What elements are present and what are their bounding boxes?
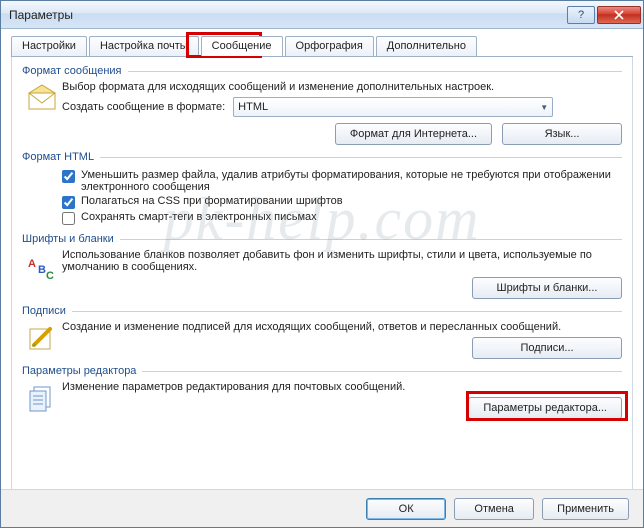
group-signatures: Подписи Создание и изменение подписей дл… xyxy=(22,305,622,359)
close-icon xyxy=(614,10,624,20)
compose-format-label: Создать сообщение в формате: xyxy=(62,101,225,113)
help-button[interactable]: ? xyxy=(567,6,595,24)
sign-desc: Создание и изменение подписей для исходя… xyxy=(62,321,622,333)
ok-button[interactable]: ОК xyxy=(366,498,446,520)
chk-rely-css[interactable]: Полагаться на CSS при форматировании шри… xyxy=(62,195,622,209)
tab-mail-setup[interactable]: Настройка почты xyxy=(89,36,199,56)
title-bar: Параметры ? xyxy=(1,1,643,29)
signatures-button[interactable]: Подписи... xyxy=(472,337,622,359)
svg-text:C: C xyxy=(46,270,54,282)
envelope-icon xyxy=(22,81,62,145)
editor-icon xyxy=(22,381,62,419)
group-fonts: Шрифты и бланки ABC Использование бланко… xyxy=(22,233,622,299)
tab-strip: Настройки Настройка почты Сообщение Орфо… xyxy=(11,36,633,57)
tab-advanced[interactable]: Дополнительно xyxy=(376,36,477,56)
window-title: Параметры xyxy=(9,8,565,22)
dialog-window: Параметры ? Настройки Настройка почты Со… xyxy=(0,0,644,528)
chk-reduce-size[interactable]: Уменьшить размер файла, удалив атрибуты … xyxy=(62,169,622,193)
checkbox[interactable] xyxy=(62,196,75,209)
group-editor: Параметры редактора Изменение параметров… xyxy=(22,365,622,419)
fonts-desc: Использование бланков позволяет добавить… xyxy=(62,249,622,273)
group-html-format: Формат HTML Уменьшить размер файла, удал… xyxy=(22,151,622,227)
tab-settings[interactable]: Настройки xyxy=(11,36,87,56)
group-title: Подписи xyxy=(22,305,72,317)
editor-options-button[interactable]: Параметры редактора... xyxy=(468,397,622,419)
tab-panel: Формат сообщения Выбор формата для исход… xyxy=(11,56,633,489)
tab-spelling[interactable]: Орфография xyxy=(285,36,374,56)
signature-icon xyxy=(22,321,62,359)
select-value: HTML xyxy=(238,101,268,113)
content-area: Настройки Настройка почты Сообщение Орфо… xyxy=(1,29,643,489)
chk-smart-tags[interactable]: Сохранять смарт-теги в электронных письм… xyxy=(62,211,622,225)
tab-message[interactable]: Сообщение xyxy=(201,36,283,56)
divider xyxy=(128,71,622,72)
close-button[interactable] xyxy=(597,6,641,24)
group-title: Формат сообщения xyxy=(22,65,128,77)
chevron-down-icon: ▼ xyxy=(540,103,548,112)
group-title: Шрифты и бланки xyxy=(22,233,120,245)
checkbox[interactable] xyxy=(62,170,75,183)
format-desc: Выбор формата для исходящих сообщений и … xyxy=(62,81,622,93)
spacer xyxy=(22,167,62,227)
help-icon: ? xyxy=(578,9,584,21)
language-button[interactable]: Язык... xyxy=(502,123,622,145)
internet-format-button[interactable]: Формат для Интернета... xyxy=(335,123,492,145)
editor-desc: Изменение параметров редактирования для … xyxy=(62,381,622,393)
window-buttons: ? xyxy=(565,6,641,24)
cancel-button[interactable]: Отмена xyxy=(454,498,534,520)
checkbox[interactable] xyxy=(62,212,75,225)
svg-text:A: A xyxy=(28,258,36,270)
group-message-format: Формат сообщения Выбор формата для исход… xyxy=(22,65,622,145)
group-title: Формат HTML xyxy=(22,151,100,163)
svg-text:B: B xyxy=(38,264,46,276)
fonts-button[interactable]: Шрифты и бланки... xyxy=(472,277,622,299)
dialog-footer: ОК Отмена Применить xyxy=(1,489,643,527)
group-header: Формат сообщения xyxy=(22,65,622,77)
apply-button[interactable]: Применить xyxy=(542,498,629,520)
compose-format-select[interactable]: HTML ▼ xyxy=(233,97,553,117)
abc-icon: ABC xyxy=(22,249,62,299)
group-title: Параметры редактора xyxy=(22,365,142,377)
